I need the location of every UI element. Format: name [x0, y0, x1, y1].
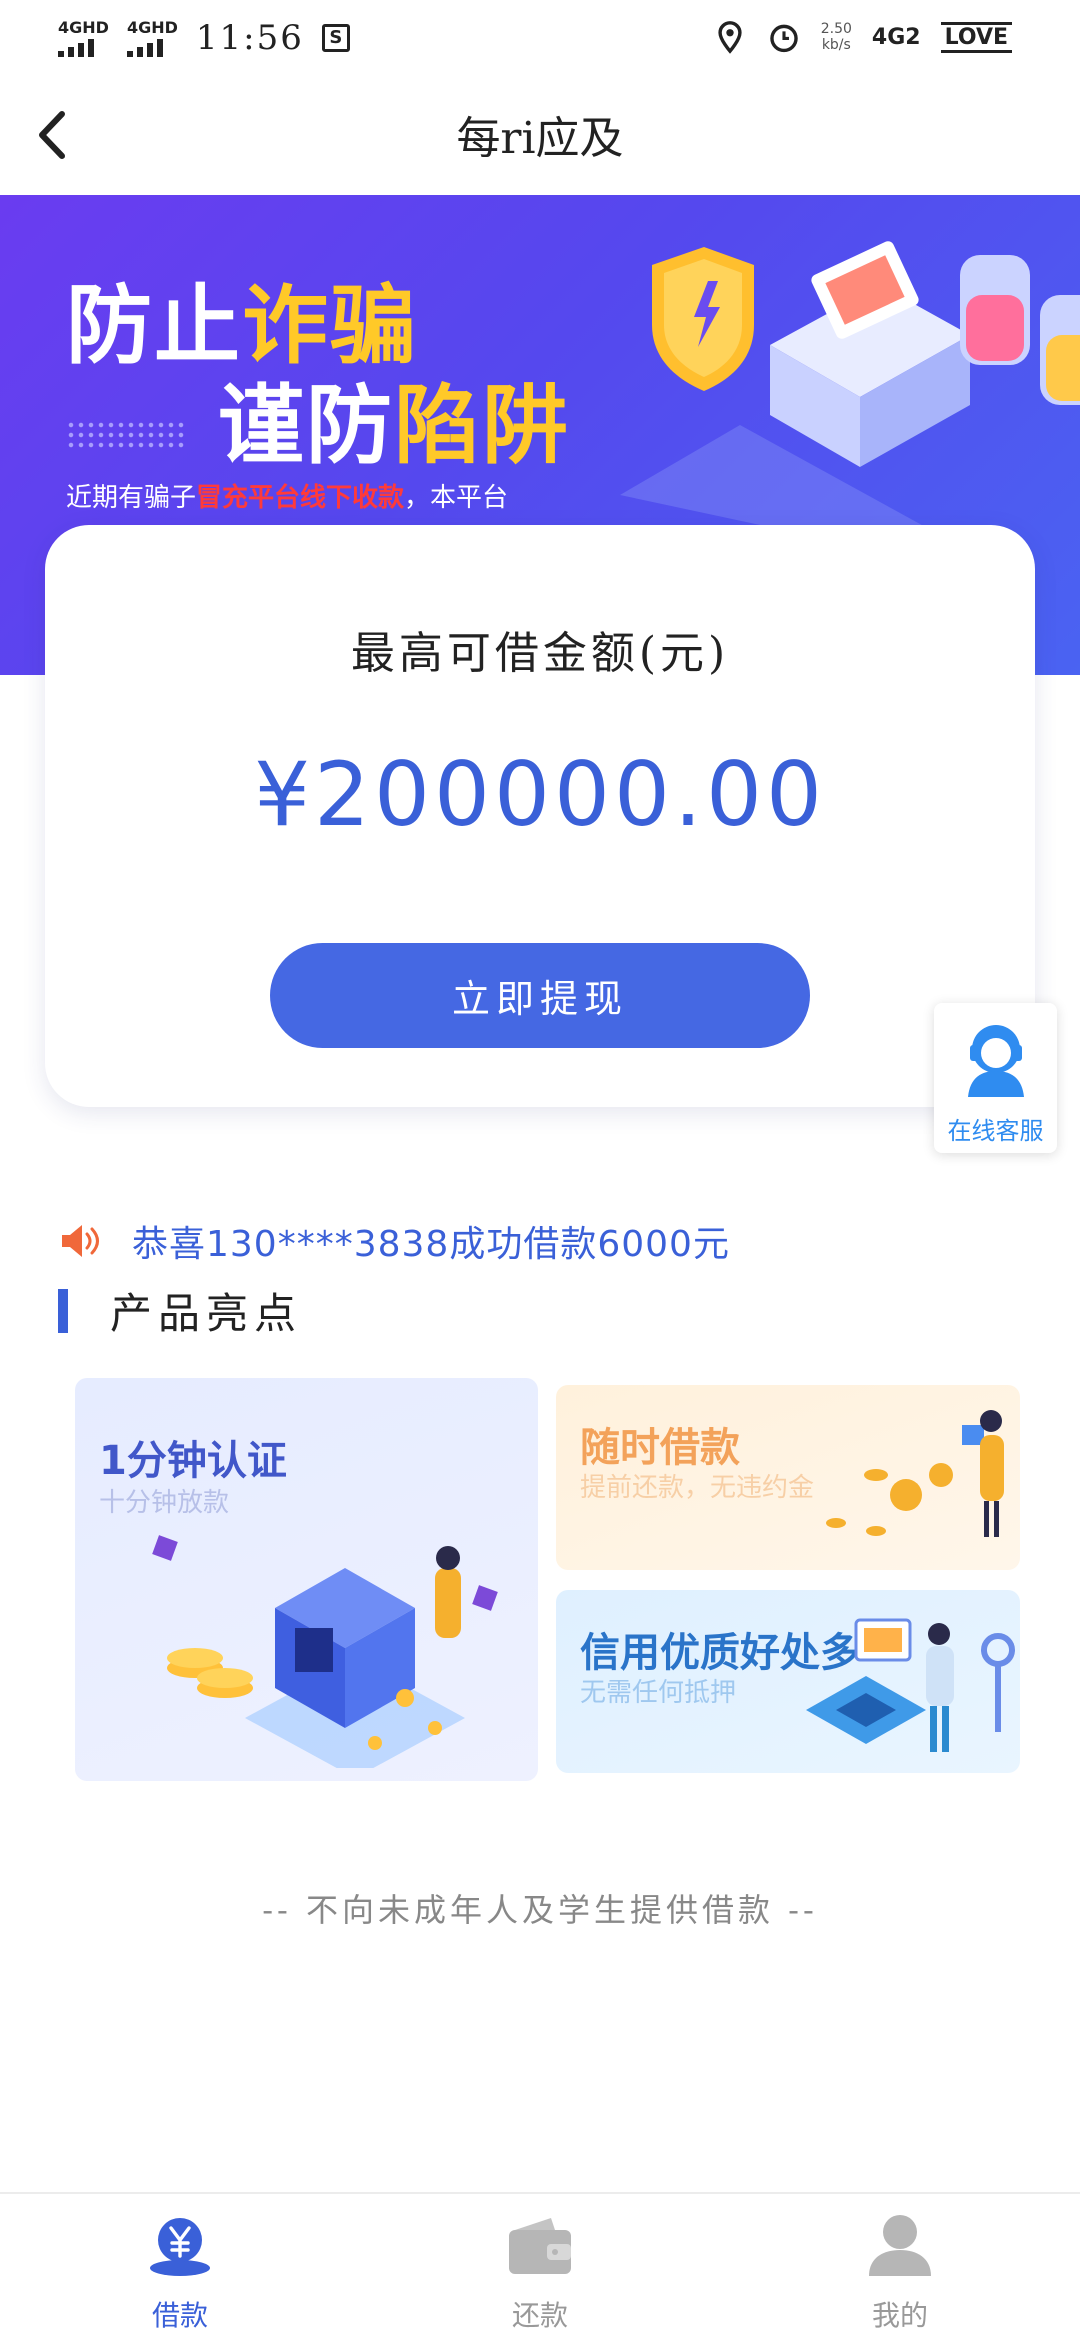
tab-label: 借款	[151, 2299, 208, 2332]
bottom-tab-bar: 借款 还款 我的	[0, 2192, 1080, 2340]
wallet-icon	[509, 2218, 571, 2274]
alarm-icon	[769, 24, 798, 53]
sim1-signal: 4GHD	[58, 17, 109, 57]
server-coins-illustration-icon	[152, 1535, 498, 1768]
tab-borrow[interactable]: 借款	[0, 2194, 360, 2340]
status-left: 4GHD 4GHD 11:56 S	[58, 18, 350, 58]
tab-label: 我的	[871, 2299, 928, 2332]
online-customer-service-button[interactable]: 在线客服	[934, 1003, 1057, 1153]
banner-text: 谨防	[218, 376, 394, 476]
banner-notice: 近期有骗子冒充平台线下收款，本平台	[66, 477, 508, 514]
notification-s-icon: S	[321, 24, 350, 52]
banner-text: 防止	[66, 276, 242, 376]
user-profile-icon	[869, 2215, 931, 2276]
status-bar: 4GHD 4GHD 11:56 S 2.50 kb/s 4G2 LOVE	[0, 0, 1080, 80]
banner-headline-2: 谨防陷阱	[218, 355, 570, 480]
notice-part: ，本平台	[404, 483, 509, 513]
feature-card-good-credit[interactable]: 信用优质好处多 无需任何抵押	[556, 1590, 1020, 1773]
speed-unit: kb/s	[821, 37, 851, 53]
customer-service-icon	[968, 1025, 1024, 1097]
banner-highlight: 陷阱	[394, 376, 570, 476]
feature-card-anytime-loan[interactable]: 随时借款 提前还款，无违约金	[556, 1385, 1020, 1570]
customer-service-label: 在线客服	[947, 1117, 1044, 1145]
header: 每ri应及	[0, 80, 1080, 195]
feature-title: 随时借款	[580, 1425, 740, 1471]
feature-subtitle: 十分钟放款	[99, 1488, 230, 1518]
section-accent-bar	[58, 1288, 68, 1333]
product-highlights-header: 产品亮点	[58, 1280, 302, 1341]
tab-mine[interactable]: 我的	[720, 2194, 1080, 2340]
sim1-label: 4GHD	[58, 17, 109, 37]
tab-label: 还款	[511, 2299, 568, 2332]
age-disclaimer: -- 不向未成年人及学生提供借款 --	[262, 1891, 818, 1929]
woman-coins-illustration-icon	[826, 1410, 1004, 1537]
status-right: 2.50 kb/s 4G2 LOVE	[713, 20, 1012, 54]
tab-repay[interactable]: 还款	[360, 2194, 720, 2340]
section-title: 产品亮点	[110, 1289, 303, 1338]
speed-value: 2.50	[820, 21, 852, 37]
loan-amount-card: 最高可借金额(元) ¥200000.00 立即提现	[45, 525, 1035, 1107]
signal-bars-icon	[58, 38, 94, 57]
yen-coin-icon	[150, 2218, 210, 2276]
signal-bars-icon	[126, 38, 163, 57]
battery-love-icon: LOVE	[940, 21, 1012, 53]
sim2-signal: 4GHD	[126, 17, 178, 57]
feature-subtitle: 无需任何抵押	[580, 1678, 737, 1708]
max-amount-value: ¥200000.00	[254, 743, 826, 846]
withdraw-now-button[interactable]: 立即提现	[270, 943, 810, 1048]
notice-highlight: 冒充平台线下收款	[196, 483, 405, 513]
location-icon	[718, 21, 742, 54]
banner-dots-decoration	[66, 420, 186, 450]
page-title: 每ri应及	[456, 113, 624, 164]
marquee-text: 恭喜130****3838成功借款6000元	[132, 1224, 730, 1265]
sim2-label: 4GHD	[126, 17, 178, 37]
security-illustration-icon	[620, 241, 1080, 555]
man-key-illustration-icon	[806, 1618, 1015, 1752]
network-speed: 2.50 kb/s	[821, 21, 852, 53]
notice-part: 近期有骗子	[66, 483, 197, 513]
feature-card-fast-verify[interactable]: 1分钟认证 十分钟放款	[75, 1378, 538, 1781]
max-amount-label: 最高可借金额(元)	[350, 628, 730, 679]
feature-title: 1分钟认证	[99, 1438, 287, 1484]
status-time: 11:56	[195, 18, 304, 58]
network-type: 4G2	[871, 24, 921, 50]
loan-success-marquee: 恭喜130****3838成功借款6000元	[58, 1215, 730, 1267]
speaker-icon	[62, 1225, 99, 1257]
